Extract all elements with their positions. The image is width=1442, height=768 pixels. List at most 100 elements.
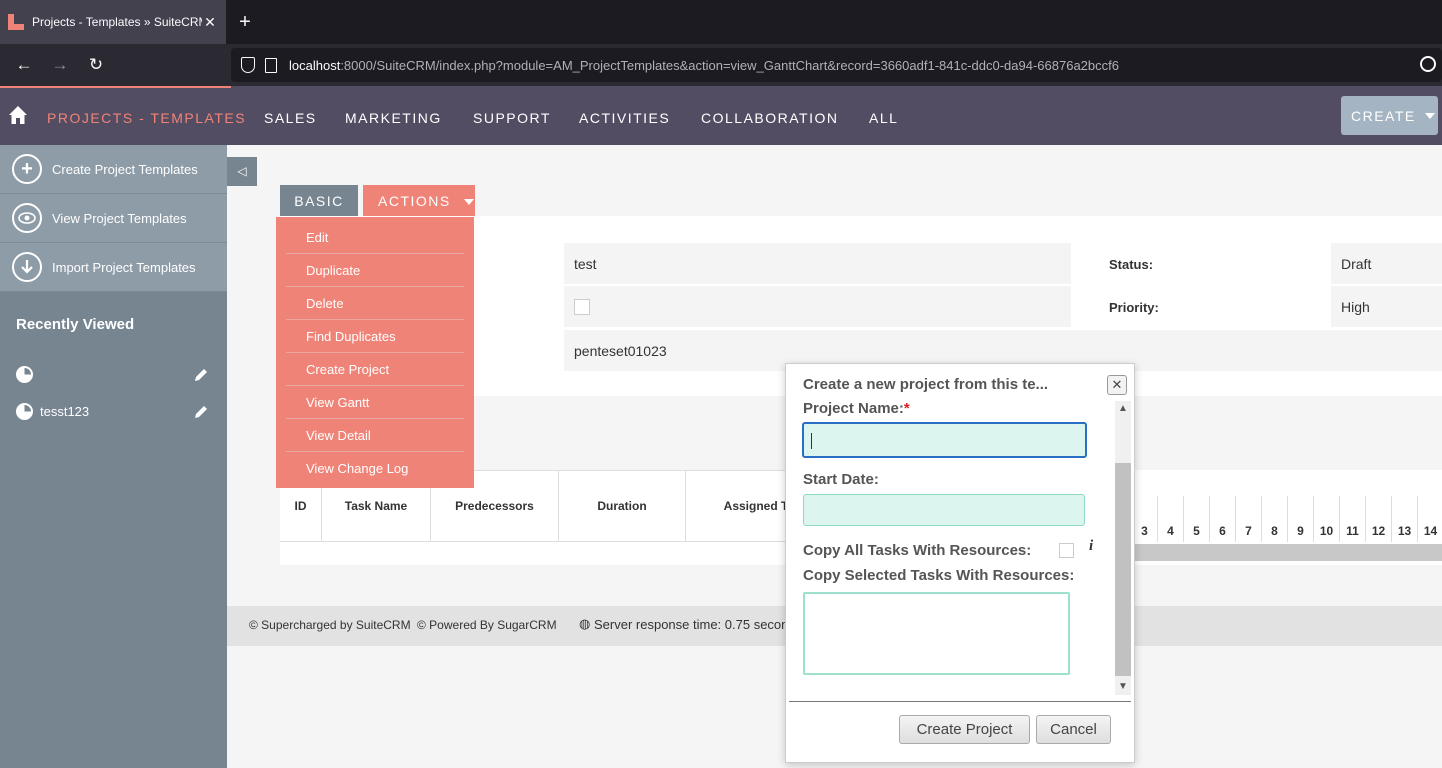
start-date-label: Start Date: — [803, 471, 879, 488]
eye-icon — [12, 203, 42, 233]
gantt-day: 7 — [1235, 496, 1261, 542]
gantt-day: 5 — [1183, 496, 1209, 542]
copy-selected-label: Copy Selected Tasks With Resources: — [803, 567, 1075, 584]
sidebar-item-label: View Project Templates — [52, 210, 187, 226]
create-project-button[interactable]: Create Project — [899, 715, 1030, 744]
close-icon[interactable]: ✕ — [1107, 375, 1127, 395]
nav-sales[interactable]: SALES — [264, 110, 317, 126]
nav-marketing[interactable]: MARKETING — [345, 110, 442, 126]
gantt-day: 12 — [1365, 496, 1391, 542]
gantt-day: 13 — [1391, 496, 1417, 542]
gantt-day: 4 — [1157, 496, 1183, 542]
collapse-sidebar-icon[interactable]: ◁ — [227, 157, 257, 186]
dialog-title: Create a new project from this te... — [803, 376, 1049, 393]
scroll-up-icon[interactable]: ▲ — [1115, 401, 1131, 417]
project-name-input[interactable] — [802, 422, 1087, 458]
chevron-down-icon — [1424, 112, 1435, 119]
gantt-day: 8 — [1261, 496, 1287, 542]
required-mark: * — [903, 400, 910, 417]
actions-menu: Edit Duplicate Delete Find Duplicates Cr… — [276, 217, 474, 488]
dialog-divider — [789, 701, 1131, 702]
nav-activities[interactable]: ACTIVITIES — [579, 110, 670, 126]
menu-item-duplicate[interactable]: Duplicate — [286, 254, 464, 287]
checkbox-field — [564, 286, 1071, 327]
project-name-label-text: Project Name: — [803, 400, 904, 417]
tab-actions-label: ACTIONS — [378, 193, 451, 209]
recently-viewed-title: Recently Viewed — [16, 316, 135, 333]
gantt-day: 11 — [1339, 496, 1365, 542]
status-value: Draft — [1331, 243, 1442, 284]
create-button[interactable]: CREATE — [1341, 96, 1438, 135]
selected-tasks-list[interactable] — [803, 592, 1070, 675]
browser-tab[interactable]: Projects - Templates » SuiteCRM ✕ — [0, 0, 226, 44]
gantt-scrollbar[interactable] — [1131, 544, 1442, 561]
app-top-nav: PROJECTS - TEMPLATES SALES MARKETING SUP… — [0, 86, 1442, 145]
pencil-icon[interactable] — [193, 367, 209, 383]
checkbox[interactable] — [574, 298, 590, 315]
recent-item[interactable]: tesst123 — [0, 393, 227, 430]
server-response-time: Server response time: 0.75 seconds. — [594, 617, 806, 632]
sidebar-item-import-project-templates[interactable]: Import Project Templates — [0, 243, 227, 292]
scrollbar-thumb[interactable] — [1115, 463, 1131, 676]
sidebar-item-view-project-templates[interactable]: View Project Templates — [0, 194, 227, 243]
suitecrm-favicon-icon — [8, 14, 24, 30]
menu-item-view-change-log[interactable]: View Change Log — [286, 452, 464, 485]
pencil-icon[interactable] — [193, 404, 209, 420]
url-path: :8000/SuiteCRM/index.php?module=AM_Proje… — [340, 57, 1119, 73]
plus-icon: + — [12, 154, 42, 184]
copy-all-checkbox[interactable] — [1059, 543, 1074, 558]
menu-item-view-detail[interactable]: View Detail — [286, 419, 464, 452]
gantt-day: 10 — [1313, 496, 1339, 542]
url-bar[interactable]: localhost:8000/SuiteCRM/index.php?module… — [231, 48, 1442, 82]
extension-icon[interactable] — [1420, 56, 1436, 72]
sidebar-item-label: Create Project Templates — [52, 161, 198, 177]
home-icon[interactable] — [8, 105, 28, 125]
globe-icon: ◍ — [579, 616, 591, 631]
url-host: localhost — [289, 57, 341, 73]
gantt-day: 9 — [1287, 496, 1313, 542]
gantt-day: 6 — [1209, 496, 1235, 542]
forward-arrow-icon[interactable]: → — [48, 53, 72, 77]
shield-icon[interactable] — [241, 57, 255, 73]
sidebar-item-create-project-templates[interactable]: + Create Project Templates — [0, 145, 227, 194]
nav-support[interactable]: SUPPORT — [473, 110, 551, 126]
dialog-scrollbar[interactable]: ▲ ▼ — [1115, 401, 1131, 695]
browser-tab-bar: Projects - Templates » SuiteCRM ✕ + — [0, 0, 1442, 44]
recent-item-label: tesst123 — [40, 404, 90, 419]
recent-item[interactable] — [0, 356, 227, 393]
cancel-button[interactable]: Cancel — [1036, 715, 1111, 744]
nav-current-module[interactable]: PROJECTS - TEMPLATES — [47, 110, 246, 126]
project-name-label: Project Name:* — [803, 400, 910, 417]
back-arrow-icon[interactable]: ← — [12, 53, 36, 77]
menu-item-delete[interactable]: Delete — [286, 287, 464, 320]
tab-actions[interactable]: ACTIONS — [363, 185, 475, 217]
priority-value: High — [1331, 286, 1442, 327]
menu-item-find-duplicates[interactable]: Find Duplicates — [286, 320, 464, 353]
page-info-icon[interactable] — [265, 57, 277, 73]
scroll-down-icon[interactable]: ▼ — [1115, 679, 1131, 695]
start-date-input[interactable] — [803, 494, 1085, 526]
gantt-day: 14 — [1417, 496, 1442, 542]
footer-supercharged-link[interactable]: © Supercharged by SuiteCRM — [249, 618, 411, 632]
chevron-down-icon — [464, 199, 475, 206]
text-caret — [811, 433, 812, 449]
tab-basic[interactable]: BASIC — [280, 185, 358, 217]
nav-all[interactable]: ALL — [869, 110, 898, 126]
copy-all-label: Copy All Tasks With Resources: — [803, 542, 1032, 559]
browser-nav-bar: ← → ↻ localhost:8000/SuiteCRM/index.php?… — [0, 44, 1442, 86]
menu-item-edit[interactable]: Edit — [286, 221, 464, 254]
close-tab-icon[interactable]: ✕ — [202, 14, 218, 31]
menu-item-create-project[interactable]: Create Project — [286, 353, 464, 386]
reload-icon[interactable]: ↻ — [84, 53, 108, 77]
menu-item-view-gantt[interactable]: View Gantt — [286, 386, 464, 419]
priority-label: Priority: — [1109, 300, 1159, 315]
footer-powered-link[interactable]: © Powered By SugarCRM — [417, 618, 557, 632]
create-project-dialog: Create a new project from this te... ✕ P… — [785, 363, 1135, 763]
nav-collaboration[interactable]: COLLABORATION — [701, 110, 839, 126]
create-button-label: CREATE — [1351, 107, 1416, 124]
browser-tab-title: Projects - Templates » SuiteCRM — [32, 15, 202, 29]
sidebar: + Create Project Templates View Project … — [0, 145, 227, 768]
project-pie-icon — [16, 366, 33, 383]
info-icon[interactable]: i — [1089, 538, 1093, 555]
new-tab-icon[interactable]: + — [233, 10, 257, 34]
